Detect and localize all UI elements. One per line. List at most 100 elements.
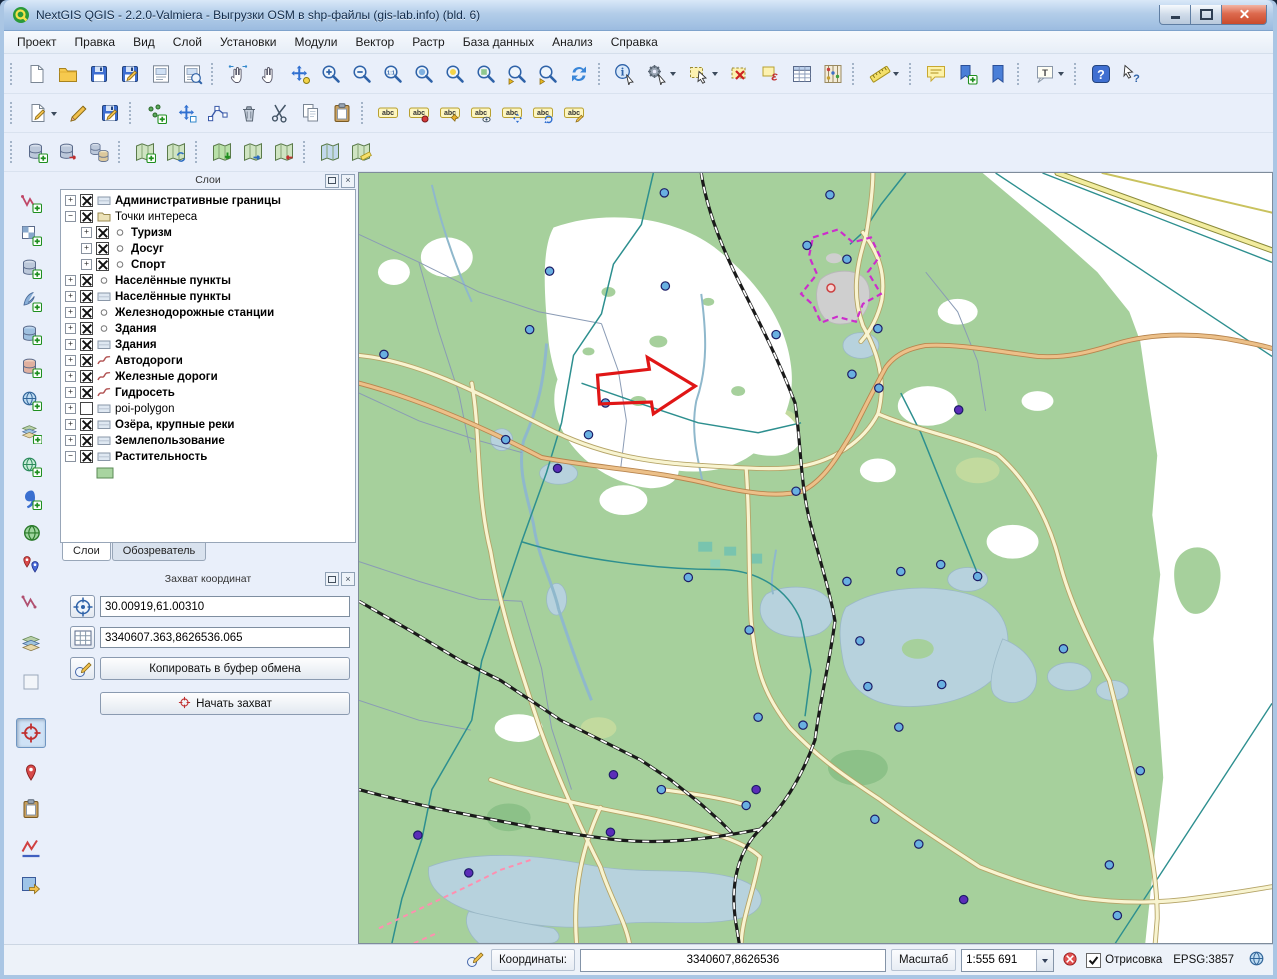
expander-plus-icon[interactable]: + <box>65 307 76 318</box>
select-features-button[interactable] <box>683 59 723 88</box>
toolbar-handle[interactable] <box>361 102 366 124</box>
new-layer-menu-button[interactable] <box>16 587 46 617</box>
menu-view[interactable]: Вид <box>124 33 164 51</box>
visibility-checkbox[interactable] <box>80 418 93 431</box>
float-panel-button[interactable] <box>325 174 339 188</box>
new-print-composer-button[interactable] <box>146 59 175 88</box>
move-feature-button[interactable] <box>172 99 201 128</box>
dropdown-arrow-icon[interactable] <box>1058 72 1064 79</box>
visibility-checkbox[interactable] <box>80 274 93 287</box>
current-edits-button[interactable] <box>22 99 62 128</box>
toolbar-handle[interactable] <box>852 63 857 85</box>
zoom-last-button[interactable] <box>502 59 531 88</box>
copy-features-button[interactable] <box>296 99 325 128</box>
layer-item[interactable]: +poi-polygon <box>61 401 355 417</box>
toolbar-handle[interactable] <box>129 102 134 124</box>
zoom-in-button[interactable] <box>316 59 345 88</box>
layer-item[interactable]: +Туризм <box>61 225 355 241</box>
visibility-checkbox[interactable] <box>96 242 109 255</box>
layer-item[interactable]: +Здания <box>61 337 355 353</box>
layer-item[interactable]: +Железные дороги <box>61 369 355 385</box>
toolbar-handle[interactable] <box>10 102 15 124</box>
menu-database[interactable]: База данных <box>454 33 543 51</box>
chevron-down-icon[interactable] <box>1036 950 1053 971</box>
coordinate-capture-button[interactable] <box>16 718 46 748</box>
add-gps-layer-button[interactable] <box>16 517 46 547</box>
visibility-checkbox[interactable] <box>96 226 109 239</box>
offline-editing-convert-button[interactable] <box>130 138 159 167</box>
expander-plus-icon[interactable]: + <box>65 339 76 350</box>
layer-item[interactable]: +Гидросеть <box>61 385 355 401</box>
toolbar-handle[interactable] <box>10 141 15 163</box>
menu-vector[interactable]: Вектор <box>346 33 403 51</box>
field-calculator-button[interactable] <box>818 59 847 88</box>
expander-plus-icon[interactable]: + <box>65 355 76 366</box>
run-feature-action-button[interactable] <box>641 59 681 88</box>
coordinates-input[interactable] <box>580 949 886 972</box>
visibility-checkbox[interactable] <box>80 306 93 319</box>
menu-layer[interactable]: Слой <box>164 33 211 51</box>
menu-edit[interactable]: Правка <box>66 33 125 51</box>
toolbar-handle[interactable] <box>10 63 15 85</box>
dropdown-arrow-icon[interactable] <box>51 112 57 119</box>
layer-item[interactable]: +Автодороги <box>61 353 355 369</box>
visibility-checkbox[interactable] <box>80 290 93 303</box>
new-bookmark-button[interactable] <box>952 59 981 88</box>
toolbar-handle[interactable] <box>598 63 603 85</box>
composer-manager-button[interactable] <box>177 59 206 88</box>
raster-terrain-analysis-button[interactable] <box>346 138 375 167</box>
refresh-map-button[interactable] <box>564 59 593 88</box>
toolbar-handle[interactable] <box>303 141 308 163</box>
close-panel-button[interactable]: × <box>341 572 355 586</box>
dropdown-arrow-icon[interactable] <box>893 72 899 79</box>
copy-to-clipboard-button[interactable]: Копировать в буфер обмена <box>100 657 350 680</box>
whats-this-button[interactable]: ? <box>1117 59 1146 88</box>
offline-editing-sync-button[interactable] <box>161 138 190 167</box>
import-layer-to-db-button[interactable] <box>22 138 51 167</box>
close-button[interactable] <box>1221 5 1267 25</box>
visibility-checkbox[interactable] <box>80 434 93 447</box>
rotate-label-button[interactable]: abc <box>528 99 557 128</box>
layer-item[interactable]: +Озёра, крупные реки <box>61 417 355 433</box>
scale-input[interactable] <box>962 954 1036 966</box>
pan-map-button[interactable] <box>254 59 283 88</box>
menu-analysis[interactable]: Анализ <box>543 33 602 51</box>
text-annotation-button[interactable]: T <box>1029 59 1069 88</box>
expander-plus-icon[interactable]: + <box>65 419 76 430</box>
add-wfs-layer-button[interactable] <box>16 451 46 481</box>
move-label-button[interactable]: abc <box>497 99 526 128</box>
add-postgis-layer-button[interactable] <box>16 253 46 283</box>
maximize-button[interactable] <box>1191 5 1221 25</box>
toolbar-handle[interactable] <box>211 63 216 85</box>
change-label-button[interactable]: abc <box>559 99 588 128</box>
menu-settings[interactable]: Установки <box>211 33 285 51</box>
stop-rendering-button[interactable] <box>1059 949 1081 971</box>
add-mssql-layer-button[interactable] <box>16 319 46 349</box>
add-feature-button[interactable] <box>141 99 170 128</box>
zoom-to-selection-button[interactable] <box>440 59 469 88</box>
help-contents-button[interactable]: ? <box>1086 59 1115 88</box>
show-hide-labels-button[interactable]: abc <box>466 99 495 128</box>
geographic-crs-button[interactable] <box>70 595 95 618</box>
save-layer-edits-button[interactable] <box>95 99 124 128</box>
visibility-checkbox[interactable] <box>80 370 93 383</box>
paste-features-button[interactable] <box>327 99 356 128</box>
toolbar-handle[interactable] <box>1074 63 1079 85</box>
visibility-checkbox[interactable] <box>80 354 93 367</box>
add-delimited-text-layer-button[interactable] <box>16 484 46 514</box>
embed-layers-button[interactable] <box>16 628 46 658</box>
new-project-button[interactable] <box>22 59 51 88</box>
expander-plus-icon[interactable]: + <box>65 291 76 302</box>
track-mouse-button[interactable] <box>70 657 95 680</box>
dock-splitter[interactable] <box>58 563 358 570</box>
open-project-button[interactable] <box>53 59 82 88</box>
expander-minus-icon[interactable]: − <box>65 451 76 462</box>
layer-item[interactable]: +Населённые пункты <box>61 273 355 289</box>
zoom-next-button[interactable] <box>533 59 562 88</box>
touch-zoom-and-pan-button[interactable] <box>223 59 252 88</box>
float-panel-button[interactable] <box>325 572 339 586</box>
crs-status[interactable]: EPSG:3857 <box>1167 954 1240 966</box>
save-project-as-button[interactable] <box>115 59 144 88</box>
add-vector-layer-button[interactable] <box>16 187 46 217</box>
title-bar[interactable]: NextGIS QGIS - 2.2.0-Valmiera - Выгрузки… <box>4 0 1273 31</box>
